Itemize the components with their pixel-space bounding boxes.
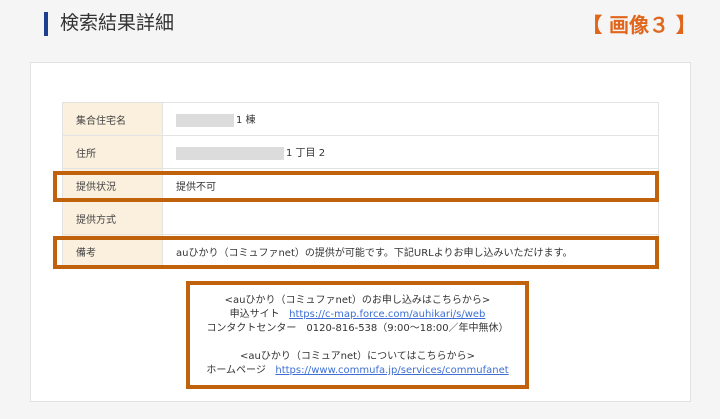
table-row: 住所 1 丁目 2 — [62, 135, 659, 169]
apply-site-line: 申込サイト https://c-map.force.com/auhikari/s… — [190, 308, 525, 322]
apply-site-label: 申込サイト — [229, 309, 280, 320]
table-row: 集合住宅名 1 棟 — [62, 102, 659, 136]
result-card: 集合住宅名 1 棟 住所 1 丁目 2 提供状況 提供不可 提供方式 備考 au… — [30, 62, 691, 402]
homepage-line: ホームページ https://www.commufa.jp/services/c… — [190, 364, 525, 378]
row-label-building: 集合住宅名 — [62, 102, 163, 136]
image-label: 【 画像３ 】 — [582, 13, 696, 37]
apply-heading: <auひかり（コミュファnet）のお申し込みはこちらから> — [224, 295, 491, 306]
title-accent-bar — [44, 12, 48, 36]
page-header: 検索結果詳細 【 画像３ 】 — [0, 0, 720, 50]
homepage-label: ホームページ — [206, 365, 266, 376]
row-label-method: 提供方式 — [62, 201, 163, 235]
table-row: 提供方式 — [62, 201, 659, 235]
apply-site-link[interactable]: https://c-map.force.com/auhikari/s/web — [289, 309, 485, 320]
building-value-text: 1 棟 — [236, 115, 256, 127]
row-value-building: 1 棟 — [162, 102, 659, 136]
row-value-method — [162, 201, 659, 235]
redacted-block — [176, 146, 284, 160]
status-highlight-box — [53, 171, 659, 202]
contact-line: コンタクトセンター 0120-816-538（9:00～18:00／年中無休） — [206, 323, 509, 334]
row-value-address: 1 丁目 2 — [162, 135, 659, 169]
address-value-text: 1 丁目 2 — [286, 148, 326, 160]
notice-box: <auひかり（コミュファnet）のお申し込みはこちらから> 申込サイト http… — [186, 281, 529, 389]
remarks-highlight-box — [53, 236, 659, 269]
page-title: 検索結果詳細 — [60, 12, 175, 34]
redacted-block — [176, 113, 234, 127]
about-heading: <auひかり（コミュアnet）についてはこちらから> — [240, 351, 475, 362]
homepage-link[interactable]: https://www.commufa.jp/services/commufan… — [275, 365, 508, 376]
row-label-address: 住所 — [62, 135, 163, 169]
